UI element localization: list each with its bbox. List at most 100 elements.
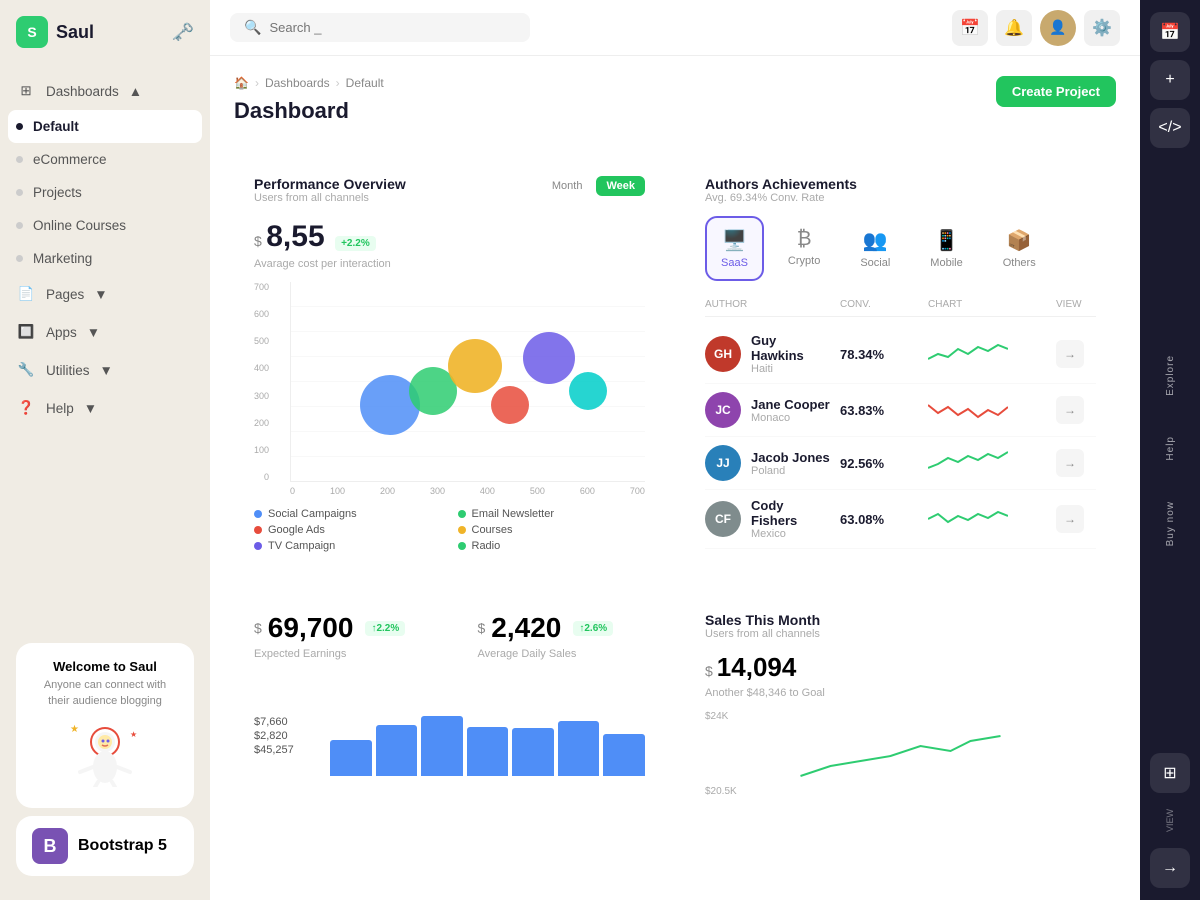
performance-subtitle: Users from all channels [254, 192, 406, 204]
svg-text:★: ★ [70, 724, 79, 735]
avatar-jacob: JJ [705, 445, 741, 481]
key-icon: 🗝️ [172, 22, 194, 43]
sidebar-item-dashboards[interactable]: ⊞ Dashboards ▲ [0, 72, 210, 110]
rs-code-icon[interactable]: </> [1150, 108, 1190, 148]
sparkline-cody [928, 504, 1008, 534]
sales-value: 14,094 [717, 652, 797, 683]
dashboards-icon: ⊞ [16, 81, 36, 101]
rs-arrow-icon[interactable]: → [1150, 848, 1190, 888]
sparkline-jane [928, 395, 1008, 425]
app-logo: S [16, 16, 48, 48]
authors-table: AUTHOR CONV. CHART VIEW GH [705, 293, 1096, 549]
utilities-icon: 🔧 [16, 360, 36, 380]
sales-month-card: Sales This Month Users from all channels… [685, 592, 1116, 817]
apps-icon: 🔲 [16, 322, 36, 342]
calendar-icon-btn[interactable]: 📅 [952, 10, 988, 46]
view-btn-cody[interactable]: → [1056, 505, 1084, 533]
sales-sparkline [705, 726, 1096, 786]
welcome-illustration: ★ ★ [65, 717, 145, 787]
help-icon: ❓ [16, 398, 36, 418]
sidebar-bottom: Welcome to Saul Anyone can connect with … [0, 627, 210, 900]
stats-row: $ 69,700 ↑2.2% Expected Earnings $ 2,420… [234, 592, 1116, 817]
topbar: 🔍 📅 🔔 👤 ⚙️ [210, 0, 1140, 56]
legend-email-newsletter: Email Newsletter [458, 508, 646, 520]
sidebar-item-help[interactable]: ❓ Help ▼ [0, 389, 210, 427]
bar-1 [330, 740, 372, 776]
tab-week[interactable]: Week [596, 176, 645, 196]
bootstrap-badge: B Bootstrap 5 [16, 816, 194, 876]
dot-online-courses [16, 222, 23, 229]
cat-tab-mobile[interactable]: 📱 Mobile [914, 216, 978, 281]
active-dot [16, 123, 23, 130]
main-cards-row: Performance Overview Users from all chan… [234, 156, 1116, 572]
tab-month[interactable]: Month [542, 176, 593, 196]
avatar-guy: GH [705, 336, 741, 372]
sidebar-item-apps[interactable]: 🔲 Apps ▼ [0, 313, 210, 351]
breadcrumb-home: 🏠 [234, 76, 249, 90]
avatar-image: 👤 [1040, 10, 1076, 46]
sidebar-item-marketing[interactable]: Marketing [0, 242, 210, 275]
pages-icon: 📄 [16, 284, 36, 304]
daily-sales-card: $ 2,420 ↑2.6% Average Daily Sales [458, 592, 666, 680]
rs-bottom-label: VIEW [1165, 801, 1175, 840]
sidebar: S Saul 🗝️ ⊞ Dashboards ▲ Default eCommer… [0, 0, 210, 900]
bar-6 [558, 721, 600, 776]
author-info-guy: GH Guy Hawkins Haiti [705, 333, 832, 375]
sidebar-item-ecommerce[interactable]: eCommerce [0, 143, 210, 176]
sales-goal: Another $48,346 to Goal [705, 687, 1096, 699]
table-row: JC Jane Cooper Monaco 63.83% [705, 384, 1096, 437]
rs-plus-icon[interactable]: + [1150, 60, 1190, 100]
user-avatar[interactable]: 👤 [1040, 10, 1076, 46]
sidebar-item-utilities[interactable]: 🔧 Utilities ▼ [0, 351, 210, 389]
topbar-right: 📅 🔔 👤 ⚙️ [952, 10, 1120, 46]
bar-7 [603, 734, 645, 776]
earnings-label: Expected Earnings [254, 648, 422, 660]
view-btn-jacob[interactable]: → [1056, 449, 1084, 477]
bootstrap-icon: B [32, 828, 68, 864]
bootstrap-label: Bootstrap 5 [78, 837, 167, 855]
bar-2 [376, 725, 418, 776]
earnings-value: 69,700 [268, 612, 354, 644]
search-input[interactable] [269, 20, 516, 35]
page-title: Dashboard [234, 98, 384, 124]
view-btn-jane[interactable]: → [1056, 396, 1084, 424]
author-info-jane: JC Jane Cooper Monaco [705, 392, 832, 428]
cat-tab-social[interactable]: 👥 Social [844, 216, 906, 281]
mini-bar-chart [330, 716, 645, 776]
cat-tab-others[interactable]: 📦 Others [987, 216, 1052, 281]
cat-tab-crypto[interactable]: ₿ Crypto [772, 216, 836, 281]
bar-5 [512, 728, 554, 776]
bubble-courses [448, 339, 502, 393]
view-btn-guy[interactable]: → [1056, 340, 1084, 368]
breadcrumb-dashboards: Dashboards [265, 76, 330, 90]
bar-side-values: $7,660 $2,820 $45,257 [254, 716, 314, 776]
bubble-tv [523, 332, 575, 384]
authors-card: Authors Achievements Avg. 69.34% Conv. R… [685, 156, 1116, 572]
rs-help-section: Help [1165, 420, 1176, 477]
rs-grid-icon[interactable]: ⊞ [1150, 753, 1190, 793]
table-row: GH Guy Hawkins Haiti 78.34% [705, 325, 1096, 384]
left-stats: $ 69,700 ↑2.2% Expected Earnings $ 2,420… [234, 592, 665, 817]
dot-projects [16, 189, 23, 196]
sidebar-item-pages[interactable]: 📄 Pages ▼ [0, 275, 210, 313]
breadcrumb: 🏠 › Dashboards › Default [234, 76, 384, 90]
legend-google-ads: Google Ads [254, 524, 442, 536]
search-box[interactable]: 🔍 [230, 13, 530, 42]
y-axis: 700 600 500 400 300 200 100 0 [254, 282, 273, 482]
legend-tv-campaign: TV Campaign [254, 540, 442, 552]
rs-calendar-icon[interactable]: 📅 [1150, 12, 1190, 52]
rs-buy-label: Buy now [1165, 493, 1176, 554]
sidebar-item-default[interactable]: Default [8, 110, 202, 143]
sidebar-item-online-courses[interactable]: Online Courses [0, 209, 210, 242]
search-icon: 🔍 [244, 19, 261, 36]
cat-tab-saas[interactable]: 🖥️ SaaS [705, 216, 764, 281]
welcome-title: Welcome to Saul [32, 659, 178, 674]
create-project-button[interactable]: Create Project [996, 76, 1116, 107]
sidebar-item-projects[interactable]: Projects [0, 176, 210, 209]
bubble-chart [290, 282, 645, 482]
sales-chart [705, 726, 1096, 786]
rs-explore-label: Explore [1165, 347, 1176, 404]
notification-icon-btn[interactable]: 🔔 [996, 10, 1032, 46]
settings-icon-btn[interactable]: ⚙️ [1084, 10, 1120, 46]
performance-card: Performance Overview Users from all chan… [234, 156, 665, 572]
